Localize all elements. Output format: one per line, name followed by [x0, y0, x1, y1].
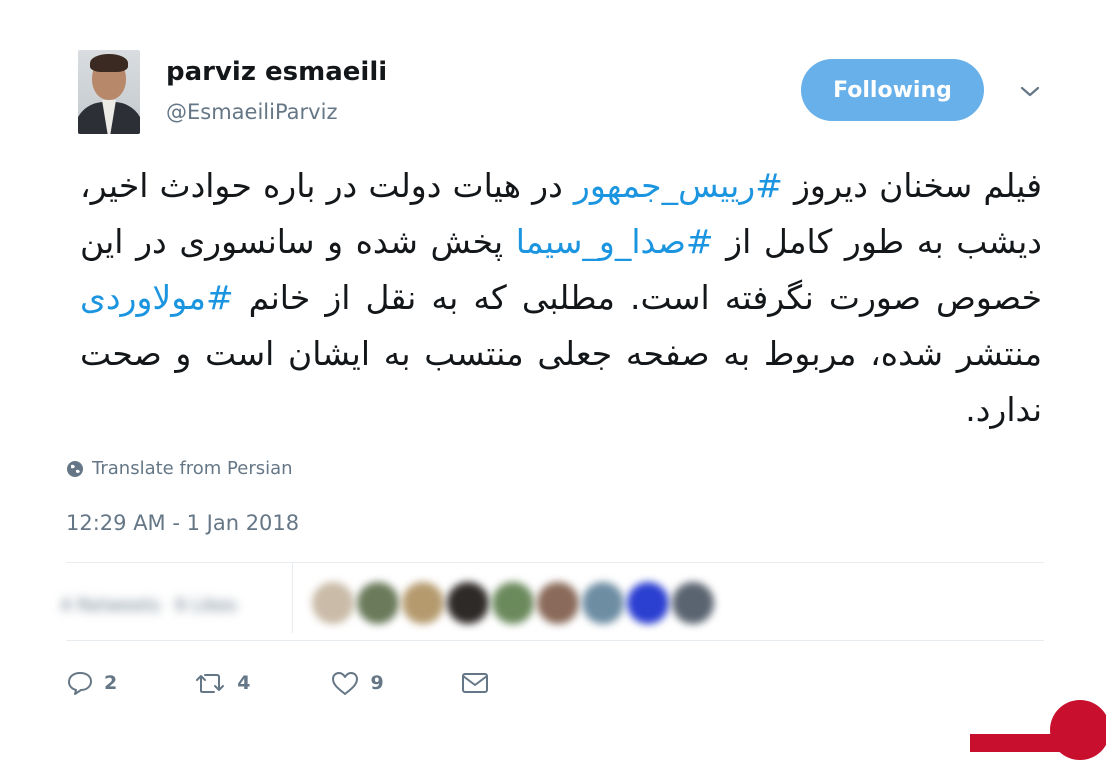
envelope-icon	[461, 673, 488, 693]
site-watermark-logo	[970, 700, 1106, 760]
liker-avatars[interactable]	[312, 582, 717, 624]
liker-avatar[interactable]	[492, 582, 534, 624]
tweet-actions: 2 4 9	[66, 670, 490, 696]
retweet-count: 4	[237, 672, 251, 694]
globe-icon	[67, 460, 83, 477]
tweet-timestamp[interactable]: 12:29 AM - 1 Jan 2018	[66, 511, 299, 535]
like-button[interactable]: 9	[330, 670, 384, 696]
hashtag-link[interactable]: #صدا_و_سیما	[516, 222, 714, 261]
tweet-text-segment: منتشر شده، مربوط به صفحه جعلی منتسب به ا…	[80, 334, 1042, 429]
hashtag-link[interactable]: #رییس_جمهور	[574, 166, 783, 205]
divider-top	[66, 562, 1044, 563]
direct-message-button[interactable]	[460, 671, 490, 695]
following-button[interactable]: Following	[801, 59, 984, 121]
like-count: 9	[370, 672, 384, 694]
liker-avatar[interactable]	[672, 582, 714, 624]
stats-separator	[292, 563, 293, 633]
liker-avatar[interactable]	[537, 582, 579, 624]
chevron-down-icon[interactable]	[1017, 80, 1043, 102]
retweets-count-label[interactable]: 4 Retweets	[60, 595, 160, 616]
retweet-button[interactable]: 4	[193, 670, 250, 696]
profile-avatar[interactable]	[78, 50, 140, 134]
reply-count: 2	[104, 672, 118, 694]
watermark-bar	[970, 734, 1076, 752]
heart-icon	[332, 672, 359, 695]
liker-avatar[interactable]	[447, 582, 489, 624]
stats-counts[interactable]: 4 Retweets 9 Likes	[60, 585, 290, 625]
reply-button[interactable]: 2	[66, 670, 117, 696]
reply-icon	[68, 672, 92, 695]
translate-link[interactable]: Translate from Persian	[66, 458, 293, 479]
liker-avatar[interactable]	[312, 582, 354, 624]
profile-name[interactable]: parviz esmaeili	[166, 57, 387, 87]
liker-avatar[interactable]	[627, 582, 669, 624]
liker-avatar[interactable]	[357, 582, 399, 624]
divider-bottom	[66, 640, 1044, 641]
retweet-icon	[196, 674, 225, 693]
tweet-text: فیلم سخنان دیروز #رییس_جمهور در هیات دول…	[80, 158, 1042, 438]
translate-label[interactable]: Translate from Persian	[92, 458, 293, 479]
profile-handle[interactable]: @EsmaeiliParviz	[166, 100, 337, 124]
likes-count-label[interactable]: 9 Likes	[174, 595, 236, 616]
liker-avatar[interactable]	[402, 582, 444, 624]
hashtag-link[interactable]: #مولاوردی	[80, 278, 234, 317]
liker-avatar[interactable]	[582, 582, 624, 624]
tweet-text-segment: فیلم سخنان دیروز	[782, 166, 1043, 205]
